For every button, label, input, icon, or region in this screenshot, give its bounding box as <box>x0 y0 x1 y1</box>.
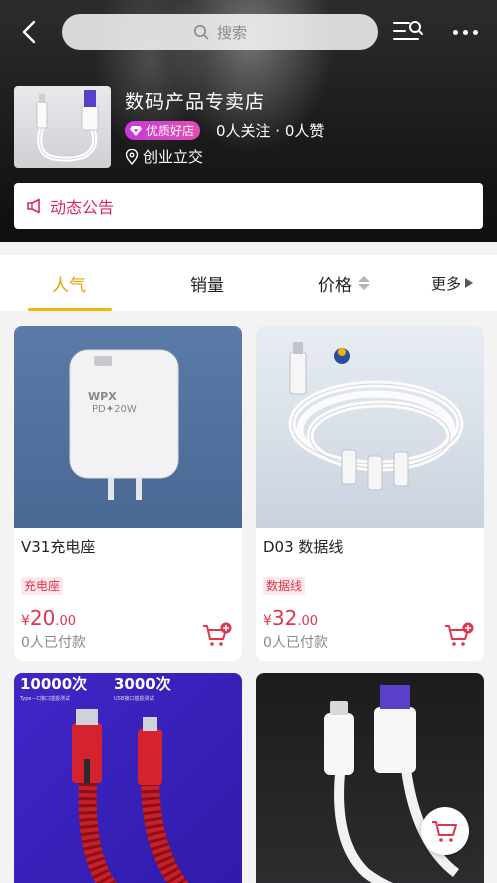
product-tag: 数据线 <box>263 577 306 595</box>
more-button[interactable] <box>446 20 484 44</box>
product-card[interactable]: D03 数据线 数据线 ¥32.00 0人已付款 <box>256 326 484 661</box>
search-input[interactable]: 搜索 <box>62 14 378 50</box>
store-name: 数码产品专卖店 <box>125 91 266 113</box>
image-text-1: 10000次 <box>20 675 87 693</box>
product-title: V31充电座 <box>21 538 96 556</box>
svg-text:WPX: WPX <box>88 390 117 403</box>
quality-store-badge: 优质好店 <box>125 121 201 140</box>
product-price: ¥32.00 <box>263 606 319 630</box>
product-card[interactable]: 10000次 3000次 Type－C接口插拔测试 USB接口插拔测试 <box>14 673 242 883</box>
product-title: D03 数据线 <box>263 538 344 556</box>
store-location: 创业立交 <box>125 146 203 167</box>
sort-arrows-icon <box>358 276 370 290</box>
search-placeholder: 搜索 <box>216 23 247 42</box>
add-to-cart-button[interactable] <box>444 622 474 648</box>
follow-stats: 0人关注 · 0人赞 <box>216 122 325 140</box>
announcement-label: 动态公告 <box>50 198 115 217</box>
cart-add-icon <box>203 622 232 646</box>
product-image: 10000次 3000次 Type－C接口插拔测试 USB接口插拔测试 <box>14 673 242 883</box>
tab-sales[interactable]: 销量 <box>190 255 224 311</box>
product-price: ¥20.00 <box>21 606 77 630</box>
cart-add-icon <box>445 622 474 646</box>
image-sub-1: Type－C接口插拔测试 <box>19 695 70 702</box>
store-logo[interactable] <box>14 86 111 168</box>
image-text-2: 3000次 <box>114 675 171 693</box>
add-to-cart-button[interactable] <box>202 622 232 648</box>
tab-more[interactable]: 更多 <box>431 255 474 311</box>
store-header: 搜索 数码产品专卖店 优质好店 0人关注 · 0人赞 创业立交 动态公告 <box>0 0 497 242</box>
filter-list-icon <box>393 21 423 40</box>
image-sub-2: USB接口插拔测试 <box>114 695 154 702</box>
product-image: WPX PD✦20W <box>14 326 242 528</box>
location-label: 创业立交 <box>143 148 204 166</box>
badge-label: 优质好店 <box>146 124 195 138</box>
top-bar: 搜索 <box>0 12 497 52</box>
tab-price[interactable]: 价格 <box>318 255 370 311</box>
charger-label: PD✦20W <box>92 404 137 415</box>
search-icon <box>193 25 209 40</box>
product-image <box>256 326 484 528</box>
more-icon <box>452 29 458 35</box>
floating-cart-button[interactable] <box>421 807 469 855</box>
back-icon <box>22 20 36 44</box>
cart-icon <box>432 821 457 842</box>
announcement-button[interactable]: 动态公告 <box>14 183 483 229</box>
tab-popular[interactable]: 人气 <box>28 255 112 311</box>
tab-more-label: 更多 <box>431 274 462 293</box>
product-paid-count: 0人已付款 <box>21 635 86 651</box>
diamond-icon <box>130 125 142 136</box>
product-card[interactable]: WPX PD✦20W V31充电座 充电座 ¥20.00 0人已付款 <box>14 326 242 661</box>
product-paid-count: 0人已付款 <box>263 635 328 651</box>
triangle-right-icon <box>465 278 474 288</box>
back-button[interactable] <box>14 16 44 48</box>
cable-image <box>36 90 99 162</box>
megaphone-icon <box>27 198 40 214</box>
location-pin-icon <box>125 148 139 165</box>
tab-price-label: 价格 <box>318 275 352 296</box>
sort-tabs: 人气 销量 价格 更多 <box>0 255 497 311</box>
filter-button[interactable] <box>392 18 424 46</box>
product-tag: 充电座 <box>21 577 64 595</box>
